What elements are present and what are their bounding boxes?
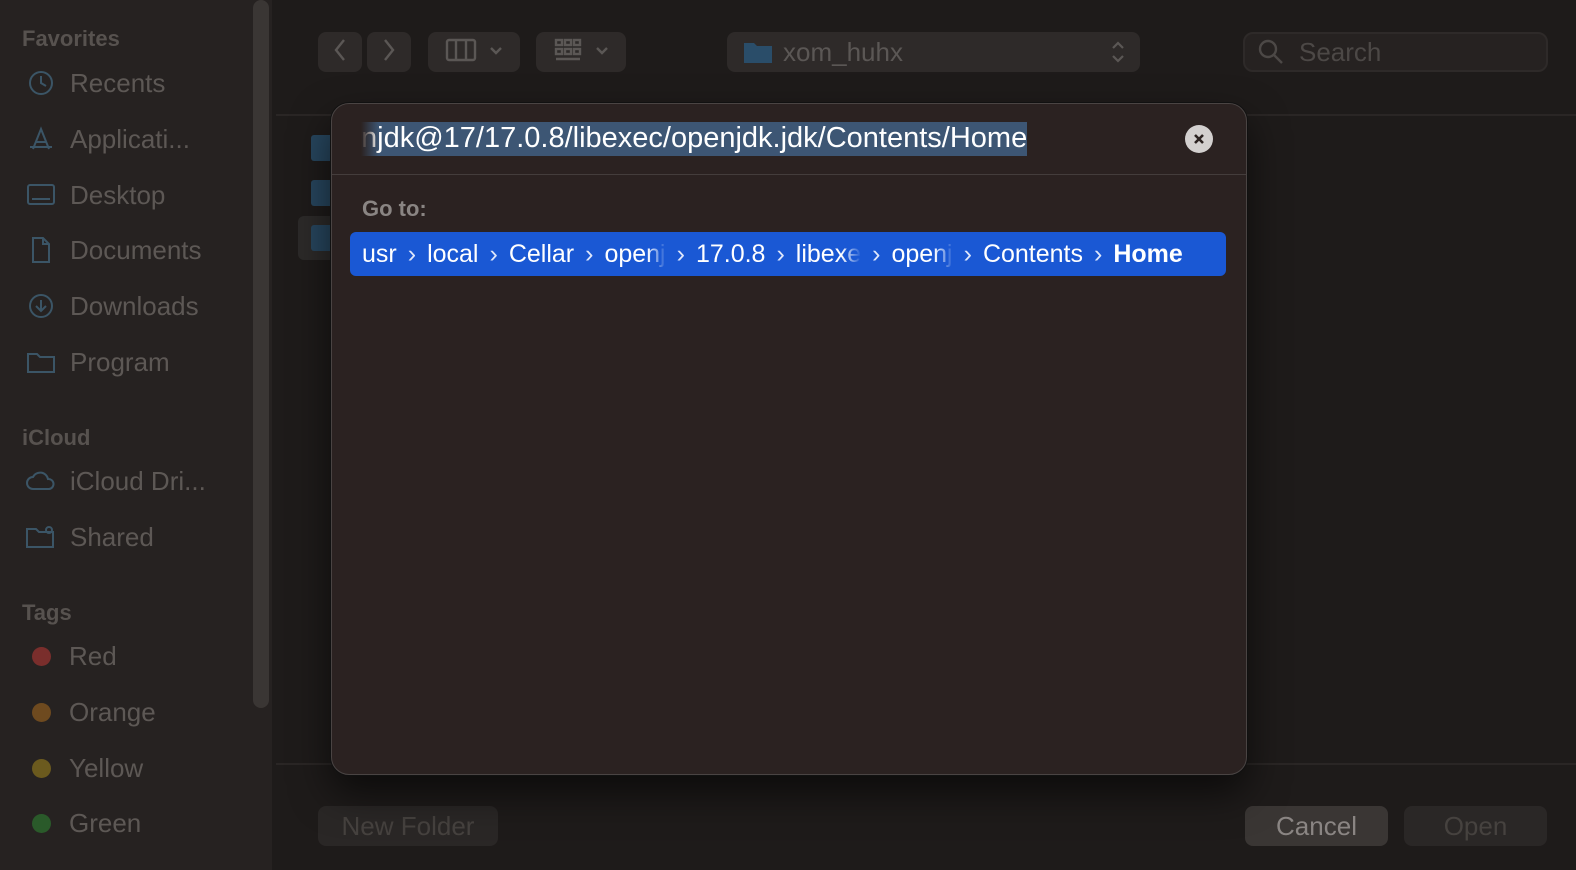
search-icon	[1257, 38, 1285, 66]
tags-header: Tags	[22, 600, 72, 625]
red-tag-dot-icon	[32, 646, 51, 666]
sidebar-item-documents[interactable]: Documents	[24, 230, 202, 270]
chevron-right-icon: ›	[776, 239, 785, 268]
cancel-button[interactable]: Cancel	[1245, 806, 1388, 846]
chevron-right-icon: ›	[585, 239, 594, 268]
chevron-right-icon: ›	[407, 239, 417, 268]
chevron-right-icon: ›	[489, 239, 498, 268]
path-input-text: njdk@17/17.0.8/libexec/openjdk.jdk/Conte…	[361, 122, 1028, 156]
chevron-right-icon: ›	[963, 239, 972, 268]
new-folder-button[interactable]: New Folder	[318, 806, 498, 846]
icloud-header: iCloud	[22, 425, 91, 450]
folder-icon	[311, 180, 333, 206]
dialog-divider	[332, 174, 1246, 175]
home-folder-icon	[743, 39, 773, 65]
clock-icon	[24, 68, 58, 98]
sidebar-item-applications[interactable]: Applicati...	[24, 119, 190, 159]
input-fade	[361, 122, 379, 160]
sidebar-item-label: iCloud Dri...	[70, 465, 206, 496]
location-name: xom_huhx	[783, 36, 903, 67]
breadcrumb-item: usr	[362, 239, 397, 268]
sidebar-item-label: Applicati...	[70, 123, 190, 154]
sidebar-item-label: Green	[69, 807, 142, 838]
group-button[interactable]	[536, 32, 626, 72]
back-button[interactable]	[318, 32, 362, 72]
chevron-right-icon: ›	[1094, 239, 1103, 268]
breadcrumb-item: Contents	[982, 239, 1083, 268]
sidebar-tag-red[interactable]: Red	[24, 636, 117, 676]
sidebar: Favorites Recents Applicati... Desktop D…	[0, 0, 272, 870]
open-button[interactable]: Open	[1404, 806, 1547, 846]
chevron-right-icon: ›	[872, 239, 881, 268]
breadcrumb-item: 17.0.8	[695, 239, 766, 268]
sidebar-item-recents[interactable]: Recents	[24, 63, 165, 103]
sidebar-item-label: Program	[70, 346, 170, 377]
breadcrumb-item: local	[427, 239, 479, 268]
sidebar-item-shared[interactable]: Shared	[24, 517, 154, 557]
chevron-down-icon	[489, 43, 503, 61]
sidebar-item-icloud-drive[interactable]: iCloud Dri...	[24, 461, 206, 501]
document-icon	[24, 235, 58, 265]
applications-icon	[24, 124, 58, 154]
chevron-left-icon	[332, 37, 348, 68]
sidebar-item-program[interactable]: Program	[24, 342, 170, 382]
sidebar-item-label: Red	[69, 640, 117, 671]
chevron-down-icon	[595, 43, 609, 61]
shared-folder-icon	[24, 522, 58, 552]
sidebar-scrollbar[interactable]	[253, 0, 269, 708]
favorites-header: Favorites	[22, 26, 120, 51]
orange-tag-dot-icon	[32, 702, 51, 722]
sidebar-item-label: Downloads	[70, 290, 199, 321]
location-popup[interactable]: xom_huhx	[727, 32, 1140, 72]
folder-icon	[24, 347, 58, 377]
sidebar-item-label: Recents	[70, 67, 166, 98]
sidebar-tag-green[interactable]: Green	[24, 803, 141, 843]
sidebar-item-desktop[interactable]: Desktop	[24, 175, 165, 215]
sidebar-item-label: Shared	[70, 521, 154, 552]
forward-button[interactable]	[367, 32, 411, 72]
sidebar-item-downloads[interactable]: Downloads	[24, 286, 199, 326]
columns-view-icon	[445, 38, 477, 67]
sidebar-tag-orange[interactable]: Orange	[24, 692, 156, 732]
breadcrumb-item: Cellar	[508, 239, 575, 268]
green-tag-dot-icon	[32, 813, 51, 833]
sidebar-item-label: Documents	[70, 234, 202, 265]
folder-icon	[311, 225, 333, 251]
breadcrumb-item-current: Home	[1113, 239, 1183, 268]
sidebar-item-label: Yellow	[69, 752, 144, 783]
clear-input-button[interactable]	[1185, 125, 1213, 153]
goto-label: Go to:	[362, 196, 427, 221]
search-field[interactable]: Search	[1243, 32, 1548, 72]
chevron-right-icon	[381, 37, 397, 68]
path-suggestion[interactable]: usr › local › Cellar › openj › 17.0.8 › libex…	[350, 232, 1226, 276]
up-down-arrows-icon	[1110, 39, 1126, 70]
view-mode-button[interactable]	[428, 32, 520, 72]
sidebar-item-label: Desktop	[70, 179, 166, 210]
breadcrumb-item: openj	[891, 239, 953, 268]
cloud-icon	[24, 466, 58, 496]
folder-icon	[311, 135, 333, 161]
breadcrumb-item: libexe	[795, 239, 862, 268]
breadcrumb-item: openj	[604, 239, 666, 268]
sidebar-item-label: Orange	[69, 696, 156, 727]
close-icon	[1192, 132, 1206, 146]
search-placeholder: Search	[1299, 36, 1382, 67]
chevron-right-icon: ›	[676, 239, 685, 268]
sidebar-tag-yellow[interactable]: Yellow	[24, 748, 143, 788]
grid-icon	[553, 37, 583, 68]
go-to-folder-dialog: njdk@17/17.0.8/libexec/openjdk.jdk/Conte…	[331, 103, 1247, 775]
yellow-tag-dot-icon	[32, 758, 51, 778]
download-icon	[24, 291, 58, 321]
desktop-icon	[24, 180, 58, 210]
path-input[interactable]: njdk@17/17.0.8/libexec/openjdk.jdk/Conte…	[361, 122, 1151, 160]
